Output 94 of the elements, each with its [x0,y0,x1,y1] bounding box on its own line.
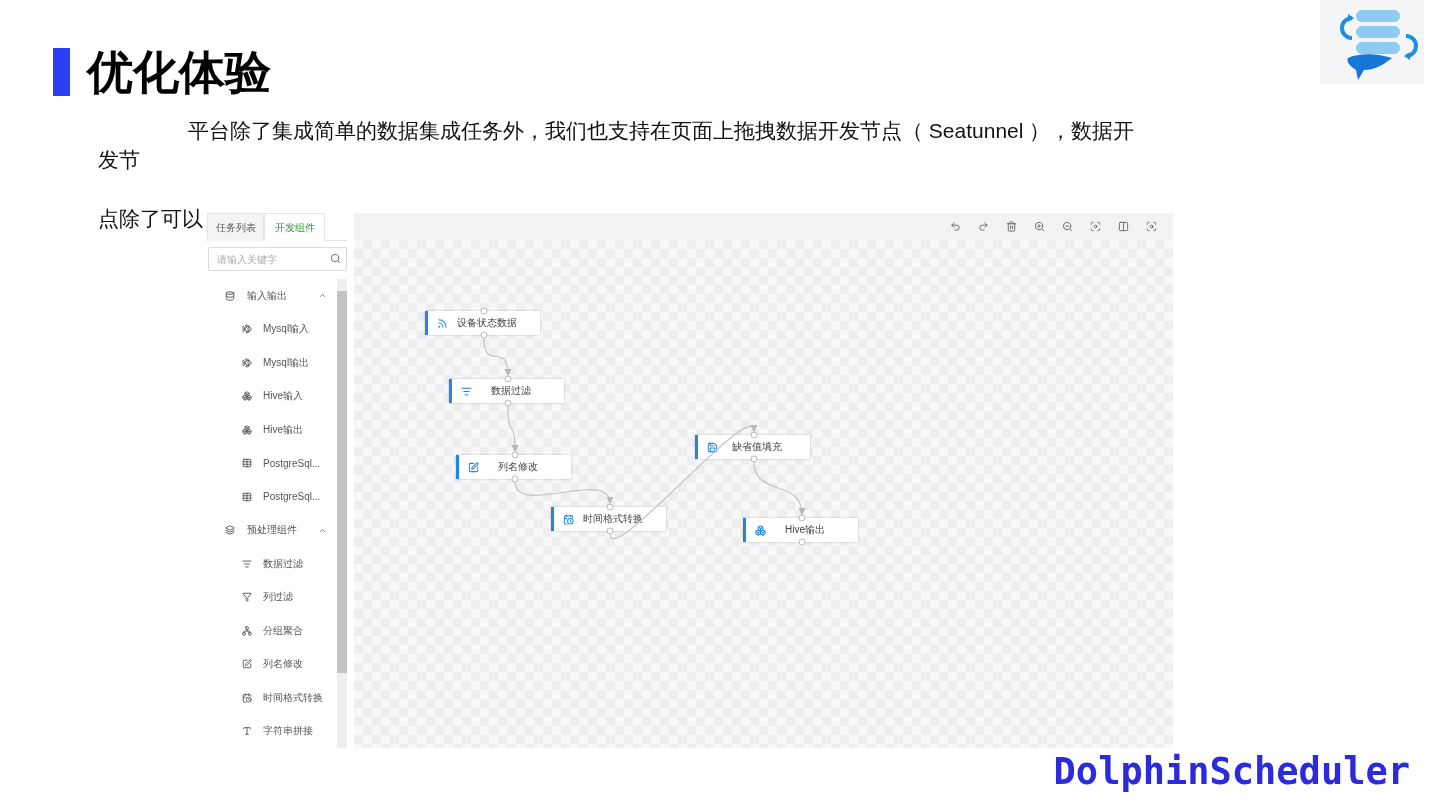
tree-item[interactable]: Hive输入 [207,379,337,413]
port-dot[interactable] [606,503,614,511]
item-label: PostgreSql... [263,491,321,503]
tree-item[interactable]: 分组聚合 [207,614,337,648]
node-card[interactable]: 时间格式转换 [551,507,666,531]
layers-icon [225,525,235,536]
connector-line [483,337,512,377]
paragraph-line: 点除了可以 [98,206,203,232]
scrollbar[interactable] [337,279,347,748]
title-bar [53,48,70,96]
tree-group[interactable]: 预处理组件 [207,513,337,547]
slide-title: 优化体验 [87,46,271,98]
port-dot[interactable] [606,527,614,535]
paragraph-line: 发节 [98,147,140,173]
search-icon [330,253,341,264]
group-label: 输入输出 [247,288,287,303]
boxes-icon [242,424,252,435]
tree-item[interactable]: 时间格式转换 [207,681,337,715]
table-icon [242,491,252,502]
focus-icon[interactable] [1090,220,1102,233]
item-label: 数据过滤 [263,556,303,571]
scan-icon[interactable] [1146,220,1158,233]
filter-icon [242,558,252,569]
port-dot[interactable] [750,455,758,463]
item-label: 分组聚合 [263,623,303,638]
port-dot[interactable] [511,451,519,459]
search-field[interactable]: 请输入关键字 [208,247,347,271]
port-dot[interactable] [511,475,519,483]
node-card[interactable]: 设备状态数据 [425,311,540,335]
paragraph-line: 平台除了集成简单的数据集成任务外，我们也支持在页面上拖拽数据开发节点（ Seatunnel ），数据开 [187,118,1135,144]
tree-group[interactable]: 输入输出 [207,279,337,313]
tree-item[interactable]: Mysql输出 [207,346,337,380]
scrollbar-thumb[interactable] [337,291,347,673]
item-label: Hive输入 [263,389,303,404]
database-icon [225,290,235,301]
tree-item[interactable]: PostgreSql... [207,446,337,480]
edit-icon [468,461,479,473]
port-dot[interactable] [750,431,758,439]
tree-item[interactable]: 数据过滤 [207,547,337,581]
item-label: 列过滤 [263,590,293,605]
item-label: 字符串拼接 [263,724,313,739]
table-icon [242,458,252,469]
group-label: 预处理组件 [247,523,297,538]
item-label: 时间格式转换 [263,690,323,705]
item-label: PostgreSql... [263,457,321,469]
tree-item[interactable]: Mysql输入 [207,312,337,346]
port-dot[interactable] [798,514,806,522]
funnel-icon [242,592,252,603]
node-card[interactable]: 数据过滤 [449,379,564,403]
brand-name: DolphinScheduler [1053,750,1410,794]
tab[interactable]: 开发组件 [264,213,325,241]
item-label: Hive输出 [263,422,303,437]
tree-item[interactable]: 列过滤 [207,580,337,614]
save-icon [707,441,718,453]
filter-icon [461,385,472,397]
item-label: Mysql输入 [263,322,310,337]
tree-item[interactable]: Hive输出 [207,413,337,447]
tab[interactable]: 任务列表 [207,213,264,241]
tree-item[interactable]: 列名修改 [207,647,337,681]
fish-icon [242,324,252,335]
calendar-icon [563,513,574,525]
boxes-icon [755,524,766,536]
port-dot[interactable] [504,375,512,383]
boxes-icon [242,391,252,402]
node-label: 列名修改 [497,460,539,474]
node-card[interactable]: Hive输出 [743,518,858,542]
columns-icon[interactable] [1118,220,1130,233]
zoom-out-icon[interactable] [1062,220,1074,233]
port-dot[interactable] [504,399,512,407]
port-dot[interactable] [798,538,806,546]
node-label: Hive输出 [784,523,826,537]
edit-icon [242,659,252,670]
node-card[interactable]: 缺省值填充 [695,435,810,459]
zoom-in-icon[interactable] [1034,220,1046,233]
port-dot[interactable] [480,307,488,315]
node-card[interactable]: 列名修改 [456,455,571,479]
node-label: 数据过滤 [490,384,532,398]
tree-item[interactable]: 字符串拼接 [207,714,337,748]
trash-icon[interactable] [1006,220,1018,233]
rss-icon [437,317,448,329]
node-label: 时间格式转换 [582,512,644,526]
redo-icon[interactable] [978,220,990,233]
node-label: 设备状态数据 [456,316,518,330]
item-label: 列名修改 [263,657,303,672]
calendar-icon [242,692,252,703]
text-icon [242,726,252,737]
network-icon [242,625,252,636]
node-label: 缺省值填充 [731,440,783,454]
tree-item[interactable]: PostgreSql... [207,480,337,514]
port-dot[interactable] [480,331,488,339]
connector-line [507,405,519,453]
undo-icon[interactable] [950,220,962,233]
item-label: Mysql输出 [263,355,310,370]
fish-icon [242,357,252,368]
